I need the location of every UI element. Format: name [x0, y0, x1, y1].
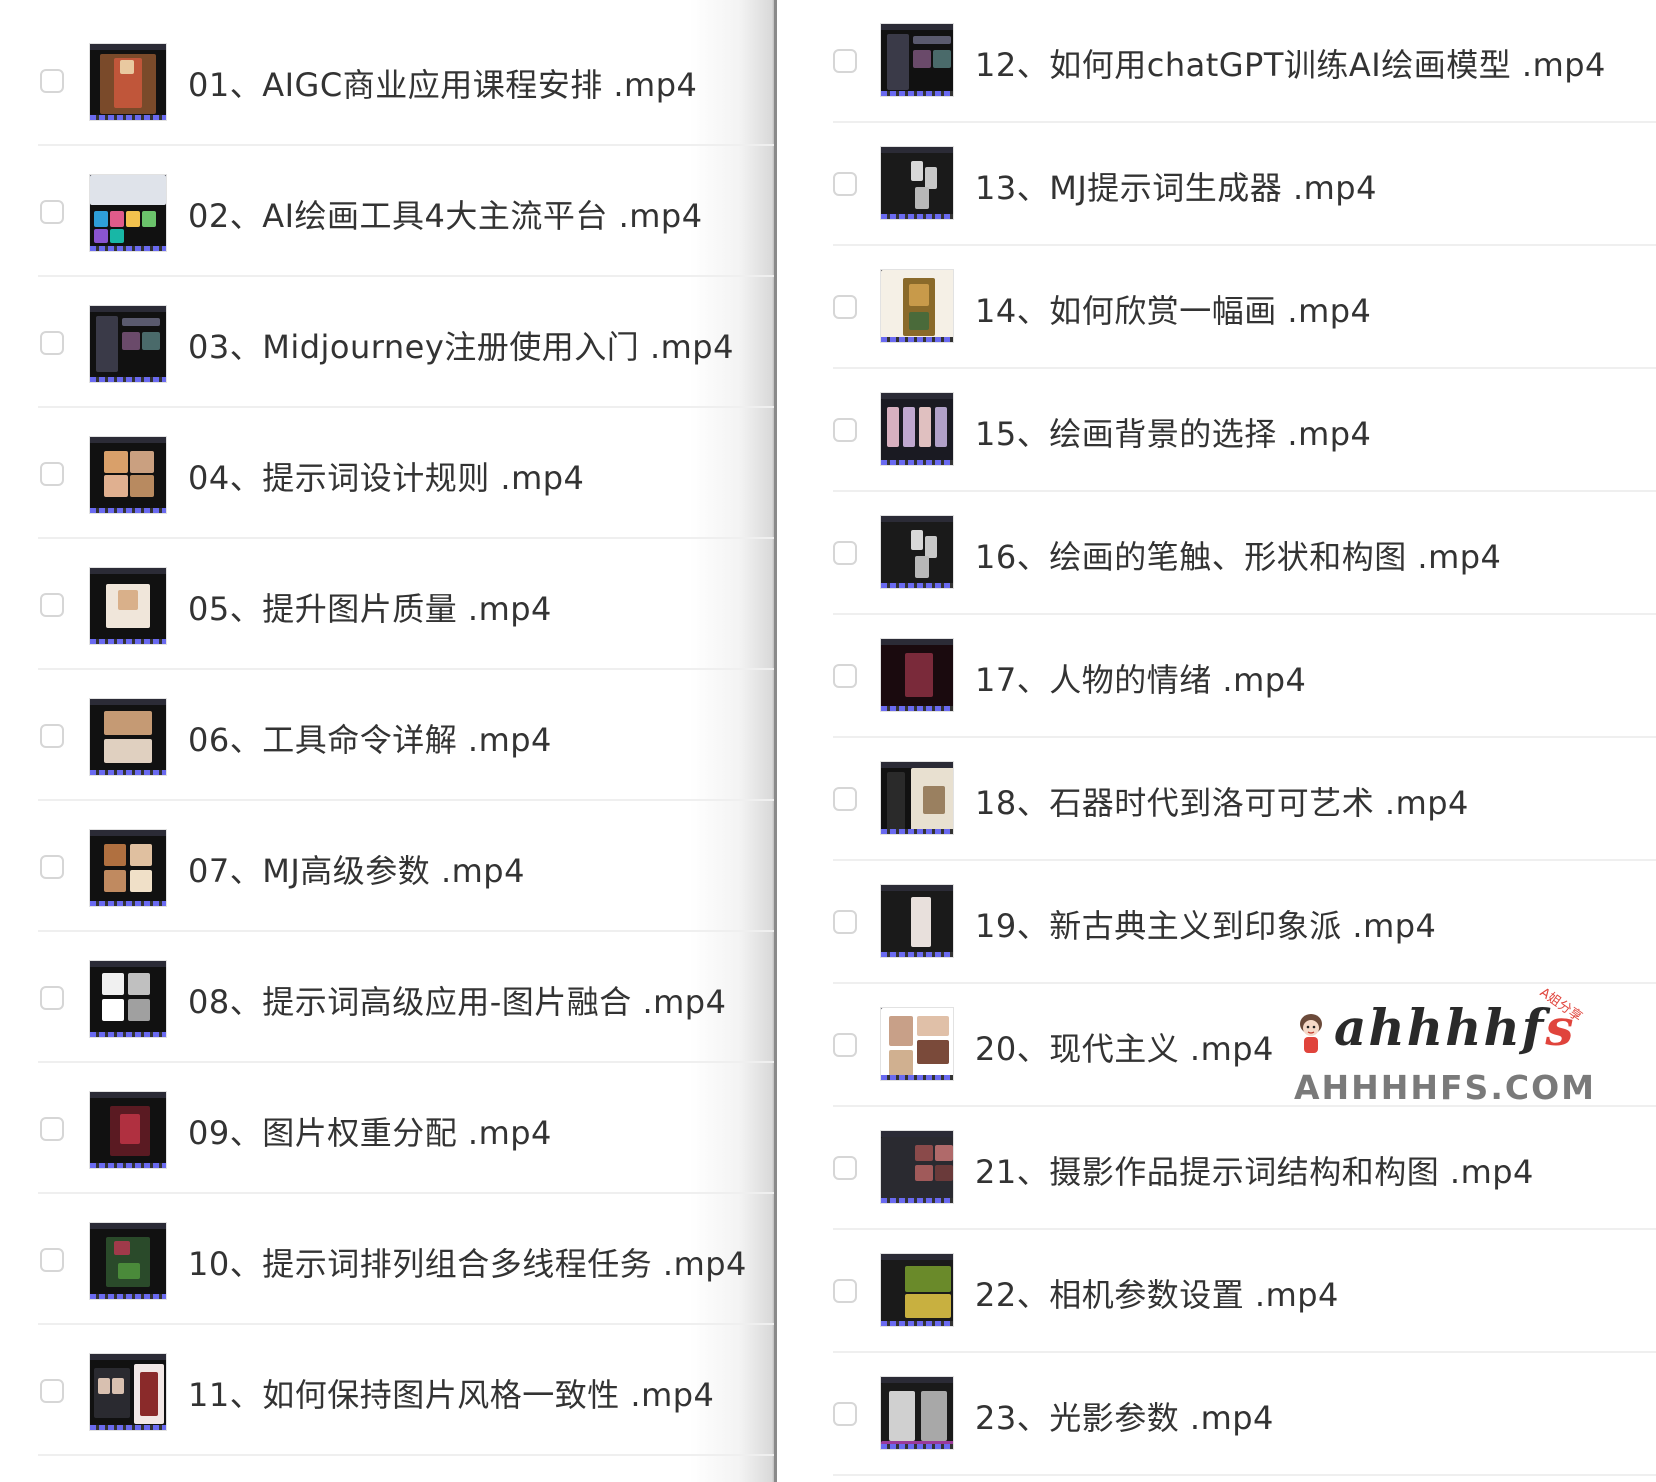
file-checkbox[interactable] — [40, 855, 64, 879]
video-thumbnail — [90, 175, 166, 251]
file-checkbox[interactable] — [833, 541, 857, 565]
file-row[interactable]: 18、石器时代到洛可可艺术 .mp4 — [777, 738, 1656, 861]
file-row[interactable]: 05、提升图片质量 .mp4 — [0, 524, 774, 670]
file-name[interactable]: 23、光影参数 .mp4 — [975, 1393, 1274, 1439]
video-thumbnail — [90, 437, 166, 513]
file-name[interactable]: 21、摄影作品提示词结构和构图 .mp4 — [975, 1147, 1534, 1193]
file-name[interactable]: 19、新古典主义到印象派 .mp4 — [975, 901, 1436, 947]
watermark-domain: AHHHHFS.COM — [1294, 1068, 1596, 1107]
file-checkbox[interactable] — [833, 49, 857, 73]
file-row[interactable]: 17、人物的情绪 .mp4 — [777, 615, 1656, 738]
video-thumbnail — [881, 270, 953, 342]
row-separator — [833, 1474, 1656, 1476]
video-thumbnail — [881, 1254, 953, 1326]
file-name[interactable]: 17、人物的情绪 .mp4 — [975, 655, 1306, 701]
file-name[interactable]: 16、绘画的笔触、形状和构图 .mp4 — [975, 532, 1501, 578]
video-thumbnail — [90, 830, 166, 906]
video-thumbnail — [881, 885, 953, 957]
file-row[interactable]: 06、工具命令详解 .mp4 — [0, 655, 774, 801]
file-checkbox[interactable] — [833, 787, 857, 811]
file-row[interactable]: 16、绘画的笔触、形状和构图 .mp4 — [777, 492, 1656, 615]
file-name[interactable]: 10、提示词排列组合多线程任务 .mp4 — [188, 1239, 747, 1285]
file-checkbox[interactable] — [40, 593, 64, 617]
video-thumbnail — [90, 44, 166, 120]
file-checkbox[interactable] — [40, 986, 64, 1010]
file-name[interactable]: 03、Midjourney注册使用入门 .mp4 — [188, 322, 734, 368]
file-row[interactable]: 19、新古典主义到印象派 .mp4 — [777, 861, 1656, 984]
video-thumbnail — [881, 24, 953, 96]
video-thumbnail — [881, 1377, 953, 1449]
video-thumbnail — [881, 1008, 953, 1080]
file-row[interactable]: 09、图片权重分配 .mp4 — [0, 1048, 774, 1194]
file-checkbox[interactable] — [40, 200, 64, 224]
video-thumbnail — [881, 393, 953, 465]
file-name[interactable]: 06、工具命令详解 .mp4 — [188, 715, 552, 761]
file-row[interactable]: 08、提示词高级应用-图片融合 .mp4 — [0, 917, 774, 1063]
video-thumbnail — [881, 762, 953, 834]
file-row[interactable]: 23、光影参数 .mp4 — [777, 1353, 1656, 1476]
file-row[interactable]: 12、如何用chatGPT训练AI绘画模型 .mp4 — [777, 0, 1656, 123]
file-checkbox[interactable] — [40, 1117, 64, 1141]
watermark-script: ahhhhfs — [1334, 998, 1576, 1057]
watermark-avatar-icon — [1300, 1014, 1322, 1053]
file-checkbox[interactable] — [40, 69, 64, 93]
file-checkbox[interactable] — [833, 910, 857, 934]
file-name[interactable]: 07、MJ高级参数 .mp4 — [188, 846, 525, 892]
file-name[interactable]: 20、现代主义 .mp4 — [975, 1024, 1274, 1070]
video-thumbnail — [881, 1131, 953, 1203]
file-checkbox[interactable] — [833, 1156, 857, 1180]
video-thumbnail — [90, 961, 166, 1037]
file-checkbox[interactable] — [833, 172, 857, 196]
file-checkbox[interactable] — [833, 1279, 857, 1303]
video-thumbnail — [90, 1354, 166, 1430]
file-checkbox[interactable] — [833, 1402, 857, 1426]
file-checkbox[interactable] — [833, 418, 857, 442]
file-row[interactable]: 15、绘画背景的选择 .mp4 — [777, 369, 1656, 492]
video-thumbnail — [90, 1092, 166, 1168]
file-list-left: 01、AIGC商业应用课程安排 .mp4 02、AI绘画工具4大主流平台 .mp4… — [0, 0, 774, 1482]
file-row[interactable]: 01、AIGC商业应用课程安排 .mp4 — [0, 0, 774, 146]
file-checkbox[interactable] — [833, 1033, 857, 1057]
file-name[interactable]: 15、绘画背景的选择 .mp4 — [975, 409, 1371, 455]
file-name[interactable]: 05、提升图片质量 .mp4 — [188, 584, 552, 630]
file-row[interactable]: 22、相机参数设置 .mp4 — [777, 1230, 1656, 1353]
file-checkbox[interactable] — [40, 1379, 64, 1403]
video-thumbnail — [881, 147, 953, 219]
file-name[interactable]: 18、石器时代到洛可可艺术 .mp4 — [975, 778, 1469, 824]
file-list-right: 12、如何用chatGPT训练AI绘画模型 .mp4 13、MJ提示词生成器 .m… — [777, 0, 1656, 1482]
file-checkbox[interactable] — [40, 724, 64, 748]
file-name[interactable]: 08、提示词高级应用-图片融合 .mp4 — [188, 977, 726, 1023]
file-row[interactable]: 11、如何保持图片风格一致性 .mp4 — [0, 1310, 774, 1456]
video-thumbnail — [90, 1223, 166, 1299]
file-name[interactable]: 22、相机参数设置 .mp4 — [975, 1270, 1339, 1316]
file-name[interactable]: 02、AI绘画工具4大主流平台 .mp4 — [188, 191, 703, 237]
file-checkbox[interactable] — [40, 462, 64, 486]
file-row[interactable]: 07、MJ高级参数 .mp4 — [0, 786, 774, 932]
file-checkbox[interactable] — [833, 295, 857, 319]
file-name[interactable]: 04、提示词设计规则 .mp4 — [188, 453, 584, 499]
video-thumbnail — [90, 699, 166, 775]
file-row[interactable]: 14、如何欣赏一幅画 .mp4 — [777, 246, 1656, 369]
file-name[interactable]: 13、MJ提示词生成器 .mp4 — [975, 163, 1377, 209]
file-row[interactable]: 02、AI绘画工具4大主流平台 .mp4 — [0, 131, 774, 277]
file-name[interactable]: 01、AIGC商业应用课程安排 .mp4 — [188, 60, 697, 106]
file-name[interactable]: 11、如何保持图片风格一致性 .mp4 — [188, 1370, 714, 1416]
video-thumbnail — [90, 306, 166, 382]
file-name[interactable]: 14、如何欣赏一幅画 .mp4 — [975, 286, 1371, 332]
file-row[interactable]: 03、Midjourney注册使用入门 .mp4 — [0, 262, 774, 408]
video-thumbnail — [90, 568, 166, 644]
file-row[interactable]: 21、摄影作品提示词结构和构图 .mp4 — [777, 1107, 1656, 1230]
row-separator — [38, 1454, 774, 1456]
file-checkbox[interactable] — [40, 331, 64, 355]
file-name[interactable]: 09、图片权重分配 .mp4 — [188, 1108, 552, 1154]
file-checkbox[interactable] — [833, 664, 857, 688]
file-row[interactable]: 10、提示词排列组合多线程任务 .mp4 — [0, 1179, 774, 1325]
video-thumbnail — [881, 516, 953, 588]
video-thumbnail — [881, 639, 953, 711]
file-row[interactable]: 13、MJ提示词生成器 .mp4 — [777, 123, 1656, 246]
file-row[interactable]: 04、提示词设计规则 .mp4 — [0, 393, 774, 539]
watermark: ahhhhfs A姐分享 AHHHHFS.COM — [1290, 985, 1610, 1110]
file-name[interactable]: 12、如何用chatGPT训练AI绘画模型 .mp4 — [975, 40, 1606, 86]
file-checkbox[interactable] — [40, 1248, 64, 1272]
